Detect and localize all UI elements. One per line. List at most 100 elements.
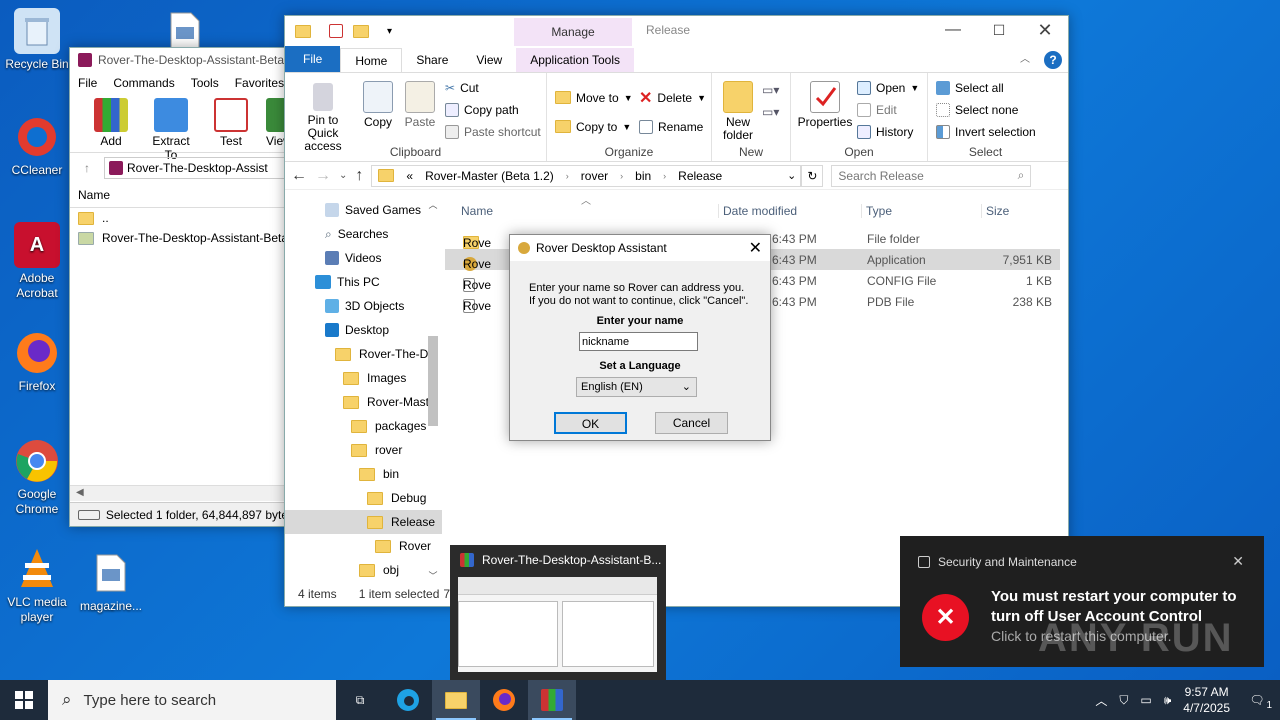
menu-commands[interactable]: Commands — [113, 76, 174, 90]
copy-to-button[interactable]: Copy to ▼ — [555, 112, 633, 141]
rename-button[interactable]: Rename — [639, 112, 706, 141]
move-to-button[interactable]: Move to ▼ — [555, 83, 633, 112]
add-button[interactable]: Add — [86, 98, 136, 152]
nav-this-pc[interactable]: This PC — [285, 270, 442, 294]
network-icon[interactable]: ▭ — [1140, 693, 1151, 707]
dialog-titlebar[interactable]: Rover Desktop Assistant ✕ — [510, 235, 770, 261]
close-icon[interactable]: ✕ — [749, 238, 762, 258]
taskbar-winrar[interactable] — [528, 680, 576, 720]
properties-check-icon[interactable] — [329, 24, 343, 38]
taskbar-firefox[interactable] — [480, 680, 528, 720]
ribbon-collapse-icon[interactable]: ︿ — [1006, 48, 1044, 72]
nav-release[interactable]: Release — [285, 510, 442, 534]
winrar-titlebar[interactable]: Rover-The-Desktop-Assistant-Beta- — [70, 48, 288, 72]
select-none-button[interactable]: Select none — [936, 99, 1036, 121]
column-date-modified[interactable]: Date modified — [718, 204, 797, 218]
close-icon[interactable]: ✕ — [1022, 16, 1068, 46]
nav-scroll-thumb[interactable] — [428, 336, 438, 426]
desktop-icon-adobe-acrobat[interactable]: A Adobe Acrobat — [2, 222, 72, 301]
maximize-icon[interactable]: ☐ — [976, 16, 1022, 46]
copy-path-button[interactable]: Copy path — [445, 99, 541, 121]
tray-overflow-icon[interactable]: ︿ — [1095, 692, 1107, 709]
properties-button[interactable]: Properties — [797, 81, 853, 129]
winrar-row-parent[interactable]: .. — [70, 208, 288, 228]
scroll-up-icon[interactable]: ︿ — [425, 198, 441, 211]
paste-shortcut-button[interactable]: Paste shortcut — [445, 121, 541, 143]
desktop-icon-firefox[interactable]: Firefox — [2, 330, 72, 394]
breadcrumb-rover-master[interactable]: Rover-Master (Beta 1.2) — [425, 169, 554, 183]
help-icon[interactable]: ? — [1044, 51, 1062, 69]
winrar-row-folder[interactable]: Rover-The-Desktop-Assistant-Beta-1 — [70, 228, 288, 248]
tab-view[interactable]: View — [462, 48, 516, 72]
extract-to-button[interactable]: Extract To — [146, 98, 196, 162]
address-bar[interactable]: « Rover-Master (Beta 1.2) › rover › bin … — [371, 164, 802, 187]
taskbar-edge[interactable] — [384, 680, 432, 720]
open-button[interactable]: Open ▼ — [857, 77, 919, 99]
menu-tools[interactable]: Tools — [191, 76, 219, 90]
nav-rover-the-de[interactable]: Rover-The-De — [285, 342, 442, 366]
nav-searches[interactable]: ⌕ Searches — [285, 222, 442, 246]
test-button[interactable]: Test — [206, 98, 256, 152]
nav-rover-mast[interactable]: Rover-Mast — [285, 390, 442, 414]
desktop-icon-ccleaner[interactable]: CCleaner — [2, 114, 72, 178]
desktop-icon-magazine[interactable]: magazine... — [76, 550, 146, 614]
ok-button[interactable]: OK — [554, 412, 627, 434]
nav-desktop[interactable]: Desktop — [285, 318, 442, 342]
new-folder-button[interactable]: New folder — [718, 81, 758, 142]
taskbar-file-explorer[interactable] — [432, 680, 480, 720]
explorer-titlebar[interactable]: ▾ Manage Release — ☐ ✕ — [285, 16, 1068, 46]
recent-locations-icon[interactable]: ⌄ — [339, 170, 347, 181]
nav-packages[interactable]: packages — [285, 414, 442, 438]
nav-videos[interactable]: Videos — [285, 246, 442, 270]
back-arrow-icon[interactable]: ← — [291, 167, 307, 185]
clock[interactable]: 9:57 AM 4/7/2025 — [1183, 684, 1230, 716]
refresh-icon[interactable]: ↻ — [801, 164, 824, 187]
search-input[interactable]: Search Release ⌕ — [831, 164, 1032, 187]
up-arrow-icon[interactable]: ↑ — [355, 167, 363, 185]
new-folder-icon[interactable] — [353, 24, 369, 38]
cut-button[interactable]: ✂ Cut — [445, 77, 541, 99]
column-name[interactable]: Name — [461, 204, 493, 218]
breadcrumb-release[interactable]: Release — [678, 169, 722, 183]
tab-home[interactable]: Home — [340, 48, 403, 72]
nav-saved-games[interactable]: Saved Games — [285, 198, 442, 222]
invert-selection-button[interactable]: Invert selection — [936, 121, 1036, 143]
nav-3d-objects[interactable]: 3D Objects — [285, 294, 442, 318]
task-view-button[interactable]: ⧉ — [336, 680, 384, 720]
close-icon[interactable]: ✕ — [1232, 553, 1244, 570]
menu-file[interactable]: File — [78, 76, 97, 90]
security-shield-icon[interactable]: ⛉ — [1119, 693, 1128, 708]
nav-debug[interactable]: Debug — [285, 486, 442, 510]
winrar-window[interactable]: Rover-The-Desktop-Assistant-Beta- File C… — [69, 47, 289, 527]
copy-button[interactable]: Copy — [361, 81, 395, 129]
up-arrow-icon[interactable]: ↑ — [84, 161, 90, 175]
delete-button[interactable]: ✕ Delete ▼ — [639, 83, 706, 112]
scroll-left-icon[interactable]: ◀ — [76, 487, 84, 498]
tab-file[interactable]: File — [285, 46, 341, 72]
column-type[interactable]: Type — [861, 204, 892, 218]
nav-obj[interactable]: obj — [285, 558, 442, 582]
winrar-path-field[interactable]: Rover-The-Desktop-Assist — [104, 156, 288, 179]
history-button[interactable]: History — [857, 121, 919, 143]
tab-application-tools[interactable]: Application Tools — [516, 48, 635, 72]
desktop-icon-google-chrome[interactable]: Google Chrome — [2, 438, 72, 517]
winrar-column-name[interactable]: Name — [70, 182, 288, 208]
view-button[interactable]: View — [266, 98, 286, 152]
rover-dialog[interactable]: Rover Desktop Assistant ✕ Enter your nam… — [509, 234, 771, 441]
nav-rover[interactable]: rover — [285, 438, 442, 462]
action-center-button[interactable]: 🗨 1 — [1242, 693, 1272, 711]
name-input[interactable] — [579, 332, 698, 351]
forward-arrow-icon[interactable]: → — [315, 167, 331, 185]
toast-notification[interactable]: Security and Maintenance ✕ ✕ You must re… — [900, 536, 1264, 667]
language-select[interactable]: English (EN) ⌄ — [576, 377, 697, 397]
taskbar-thumbnail[interactable]: Rover-The-Desktop-Assistant-B... — [450, 545, 666, 680]
customize-dropdown-icon[interactable]: ▾ — [387, 26, 392, 37]
winrar-hscrollbar[interactable]: ◀ — [70, 485, 288, 501]
column-size[interactable]: Size — [981, 204, 1009, 218]
nav-bin[interactable]: bin — [285, 462, 442, 486]
desktop-icon-recycle-bin[interactable]: Recycle Bin — [2, 8, 72, 72]
tab-share[interactable]: Share — [402, 48, 462, 72]
start-button[interactable] — [0, 680, 48, 720]
volume-icon[interactable]: 🕪 — [1164, 693, 1172, 708]
edit-button[interactable]: Edit — [857, 99, 919, 121]
